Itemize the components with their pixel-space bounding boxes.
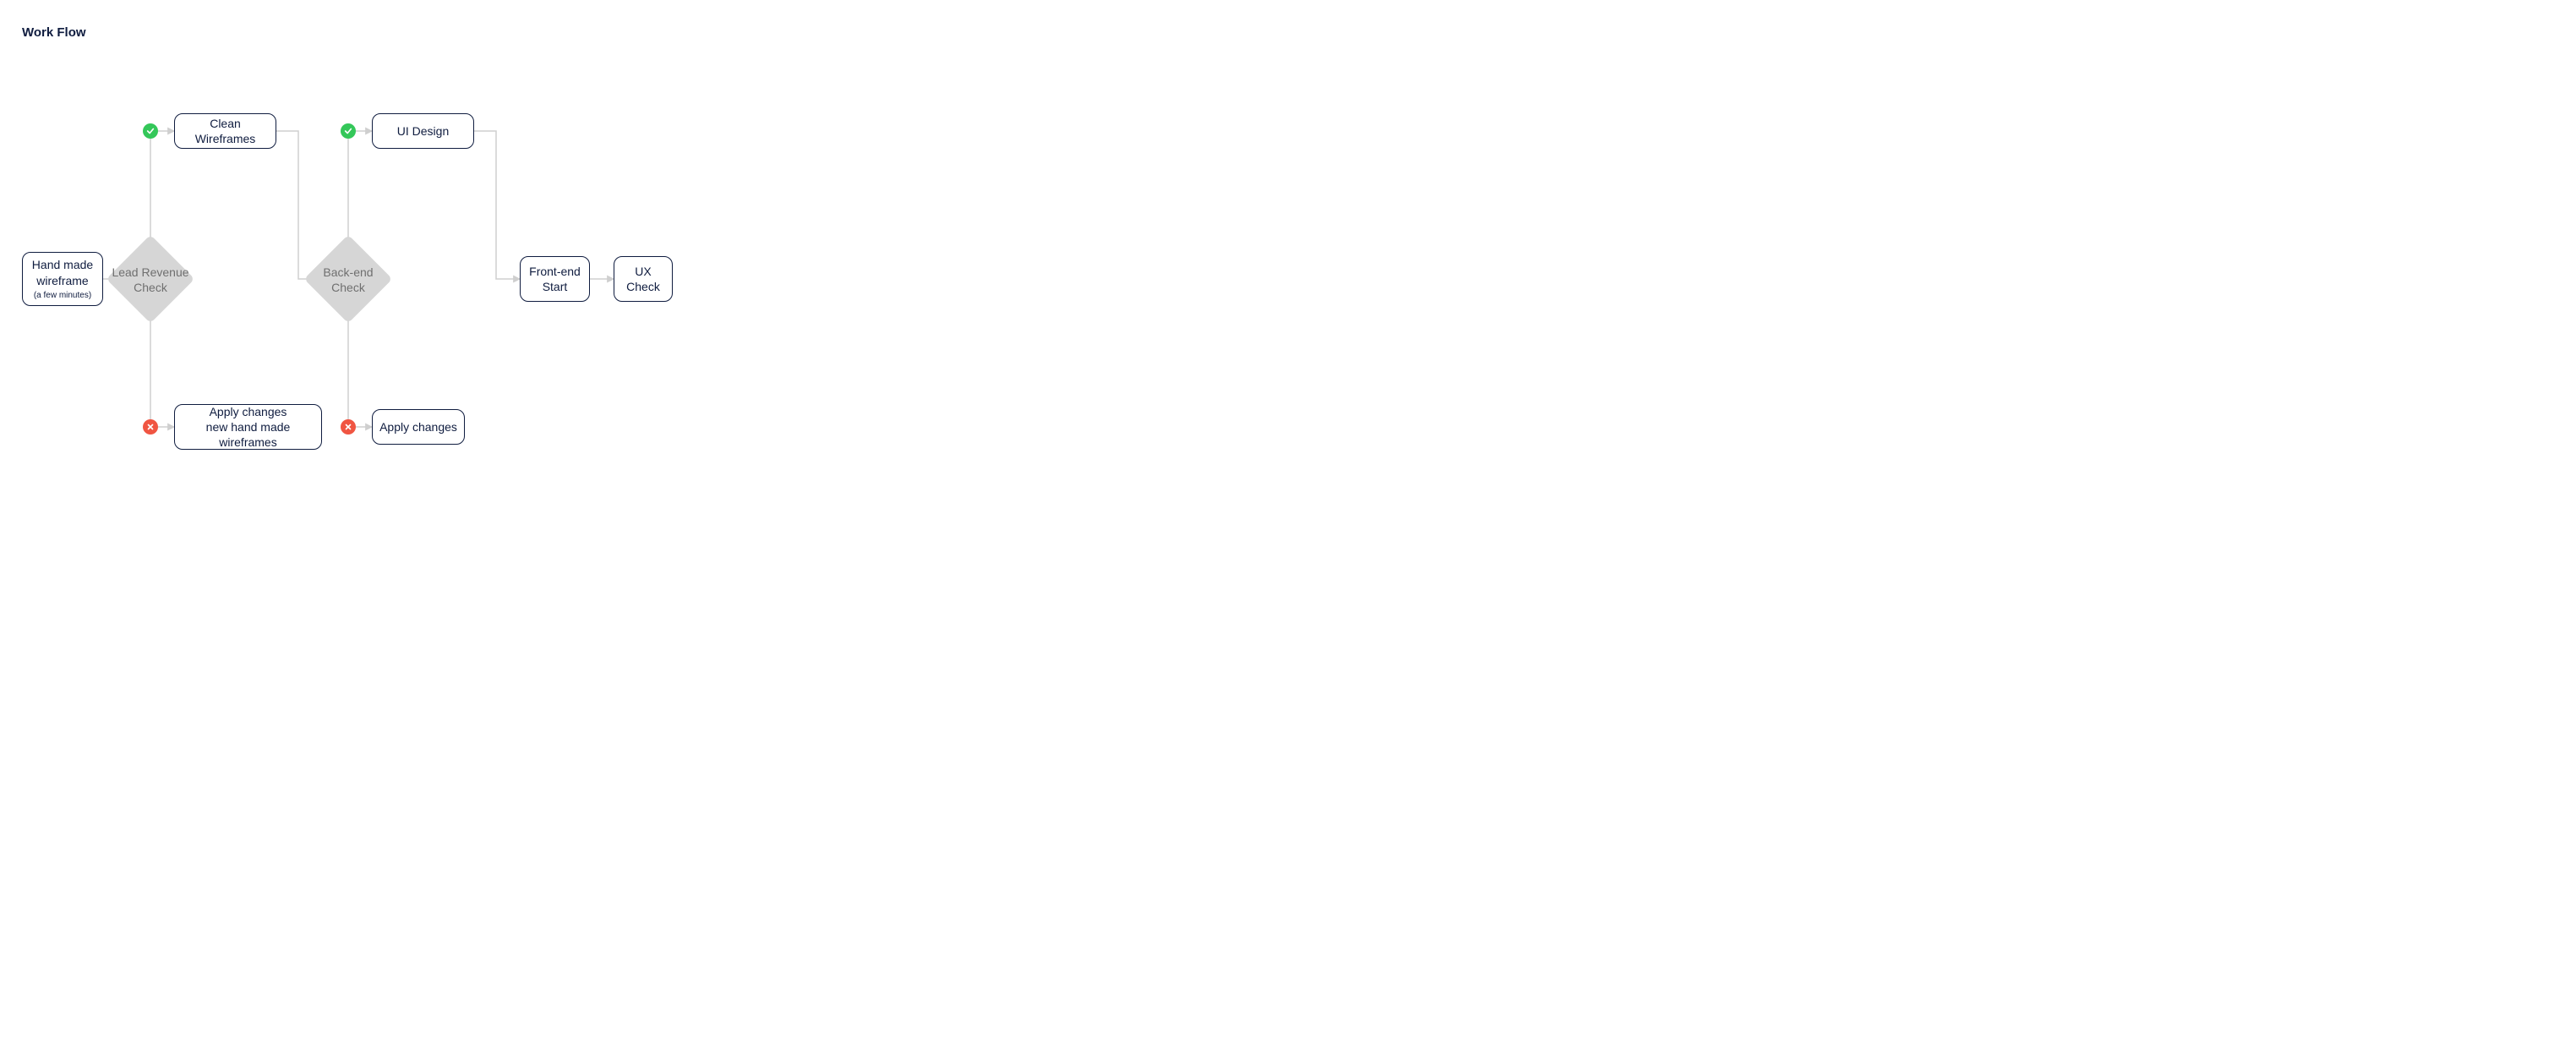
cross-icon [143, 419, 158, 435]
node-text: Clean Wireframes [182, 116, 269, 146]
check-icon [341, 123, 356, 139]
decision-backend-check [304, 235, 393, 324]
node-text: UI Design [397, 123, 449, 139]
decision-lead-revenue-check [106, 235, 195, 324]
node-ux-check: UX Check [614, 256, 673, 302]
node-apply-changes-1: Apply changes new hand made wireframes [174, 404, 322, 450]
check-icon [143, 123, 158, 139]
node-frontend-start: Front-end Start [520, 256, 590, 302]
node-text: Start [543, 279, 568, 294]
node-text: wireframe [36, 273, 88, 288]
node-text: Check [626, 279, 660, 294]
node-text: UX [635, 264, 651, 279]
node-text: Apply changes [210, 404, 287, 419]
node-ui-design: UI Design [372, 113, 474, 149]
node-text: Apply changes [379, 419, 457, 435]
node-apply-changes-2: Apply changes [372, 409, 465, 445]
cross-icon [341, 419, 356, 435]
node-handmade-wireframe: Hand made wireframe (a few minutes) [22, 252, 103, 306]
workflow-diagram: Work Flow [0, 0, 1288, 522]
node-subtext: (a few minutes) [34, 290, 91, 301]
node-clean-wireframes: Clean Wireframes [174, 113, 276, 149]
diagram-title: Work Flow [22, 25, 86, 40]
node-text: new hand made wireframes [182, 419, 314, 450]
node-text: Hand made [32, 257, 93, 272]
node-text: Front-end [529, 264, 581, 279]
